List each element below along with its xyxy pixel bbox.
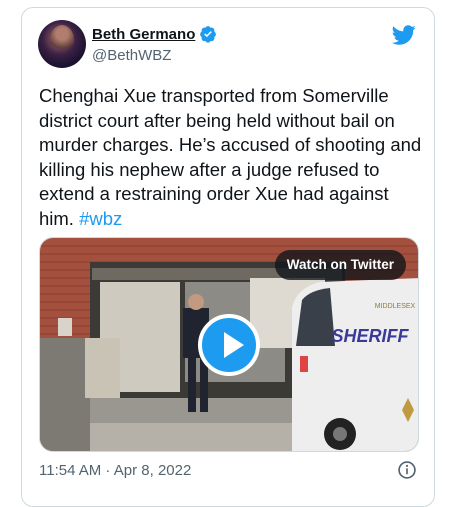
avatar[interactable] [38, 20, 86, 68]
van-county: MIDDLESEX [375, 303, 416, 310]
hashtag-link[interactable]: #wbz [79, 208, 122, 229]
watch-on-twitter-button[interactable]: Watch on Twitter [274, 250, 406, 280]
tweet-text: Chenghai Xue transported from Somerville… [39, 84, 424, 231]
play-icon[interactable] [198, 313, 260, 376]
verified-badge-icon [200, 26, 217, 43]
van-lettering: SHERIFF [331, 326, 409, 346]
twitter-bird-icon[interactable] [392, 23, 416, 47]
author-name[interactable]: Beth Germano [92, 26, 195, 43]
tweet-card[interactable]: Beth Germano @BethWBZ Chenghai Xue trans… [21, 7, 435, 507]
info-icon[interactable] [397, 460, 417, 480]
author-handle[interactable]: @BethWBZ [92, 47, 171, 64]
author-name-row[interactable]: Beth Germano [92, 25, 217, 43]
video-media[interactable]: SHERIFF MIDDLESEX Watch on Twitter [39, 237, 419, 452]
tweet-timestamp[interactable]: 11:54 AM · Apr 8, 2022 [39, 462, 191, 479]
